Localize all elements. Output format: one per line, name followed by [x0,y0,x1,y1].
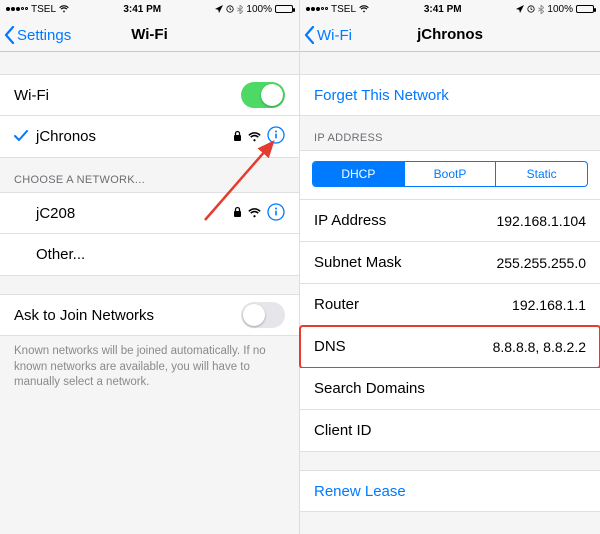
back-button[interactable]: Wi-Fi [304,18,352,52]
dns-row[interactable]: DNS 8.8.8.8, 8.8.2.2 [300,326,600,368]
other-label: Other... [36,246,285,263]
seg-dhcp[interactable]: DHCP [313,162,405,186]
battery-icon [576,5,594,13]
network-detail-pane: TSEL 3:41 PM 100% [300,0,600,534]
other-network-row[interactable]: Other... [0,234,299,276]
nav-bar: Settings Wi-Fi [0,18,299,52]
location-icon [215,5,223,13]
location-icon [516,5,524,13]
carrier-label: TSEL [331,4,356,15]
wifi-settings-pane: TSEL 3:41 PM 100% [0,0,300,534]
ip-value: 192.168.1.104 [496,213,586,229]
wifi-status-icon [59,5,69,13]
router-value: 192.168.1.1 [512,297,586,313]
router-label: Router [314,296,512,313]
status-bar: TSEL 3:41 PM 100% [0,0,299,18]
search-domains-label: Search Domains [314,380,586,397]
choose-network-header: CHOOSE A NETWORK... [0,158,299,192]
wifi-toggle-row[interactable]: Wi-Fi [0,74,299,116]
lock-icon [233,205,242,221]
back-button[interactable]: Settings [4,18,71,52]
dns-value: 8.8.8.8, 8.8.2.2 [493,339,586,355]
battery-icon [275,5,293,13]
subnet-label: Subnet Mask [314,254,496,271]
battery-pct-label: 100% [246,4,272,15]
alarm-icon [527,5,535,13]
network-name-label: jC208 [36,205,233,222]
signal-dots-icon [306,7,328,11]
client-id-row[interactable]: Client ID [300,410,600,452]
subnet-row: Subnet Mask 255.255.255.0 [300,242,600,284]
ip-mode-segmented[interactable]: DHCP BootP Static [312,161,588,187]
status-bar: TSEL 3:41 PM 100% [300,0,600,18]
carrier-label: TSEL [31,4,56,15]
wifi-icon [248,205,261,221]
ask-toggle[interactable] [241,302,285,328]
lock-icon [233,129,242,145]
wifi-status-icon [359,5,369,13]
seg-bootp[interactable]: BootP [405,162,497,186]
ask-to-join-row[interactable]: Ask to Join Networks [0,294,299,336]
seg-static[interactable]: Static [496,162,587,186]
search-domains-row[interactable]: Search Domains [300,368,600,410]
wifi-icon [248,129,261,145]
nav-bar: Wi-Fi jChronos [300,18,600,52]
ip-address-header: IP ADDRESS [300,116,600,150]
ip-address-row: IP Address 192.168.1.104 [300,200,600,242]
info-icon[interactable] [267,203,285,224]
ip-label: IP Address [314,212,496,229]
ask-footer-note: Known networks will be joined automatica… [0,336,299,405]
client-id-label: Client ID [314,422,586,439]
router-row: Router 192.168.1.1 [300,284,600,326]
renew-label: Renew Lease [314,483,586,500]
signal-dots-icon [6,7,28,11]
connected-network-row[interactable]: jChronos [0,116,299,158]
info-icon[interactable] [267,126,285,147]
clock-label: 3:41 PM [123,4,161,15]
battery-pct-label: 100% [547,4,573,15]
dns-label: DNS [314,338,493,355]
page-title: Wi-Fi [131,26,168,43]
forget-label: Forget This Network [314,87,586,104]
ask-label: Ask to Join Networks [14,307,241,324]
forget-network-row[interactable]: Forget This Network [300,74,600,116]
back-label: Wi-Fi [317,27,352,44]
bluetooth-icon [538,5,544,14]
checkmark-icon [14,129,26,145]
alarm-icon [226,5,234,13]
renew-lease-row[interactable]: Renew Lease [300,470,600,512]
bluetooth-icon [237,5,243,14]
wifi-toggle-label: Wi-Fi [14,87,241,104]
page-title: jChronos [417,26,483,43]
wifi-toggle[interactable] [241,82,285,108]
network-row[interactable]: jC208 [0,192,299,234]
clock-label: 3:41 PM [424,4,462,15]
network-name-label: jChronos [36,128,233,145]
subnet-value: 255.255.255.0 [496,255,586,271]
back-label: Settings [17,27,71,44]
